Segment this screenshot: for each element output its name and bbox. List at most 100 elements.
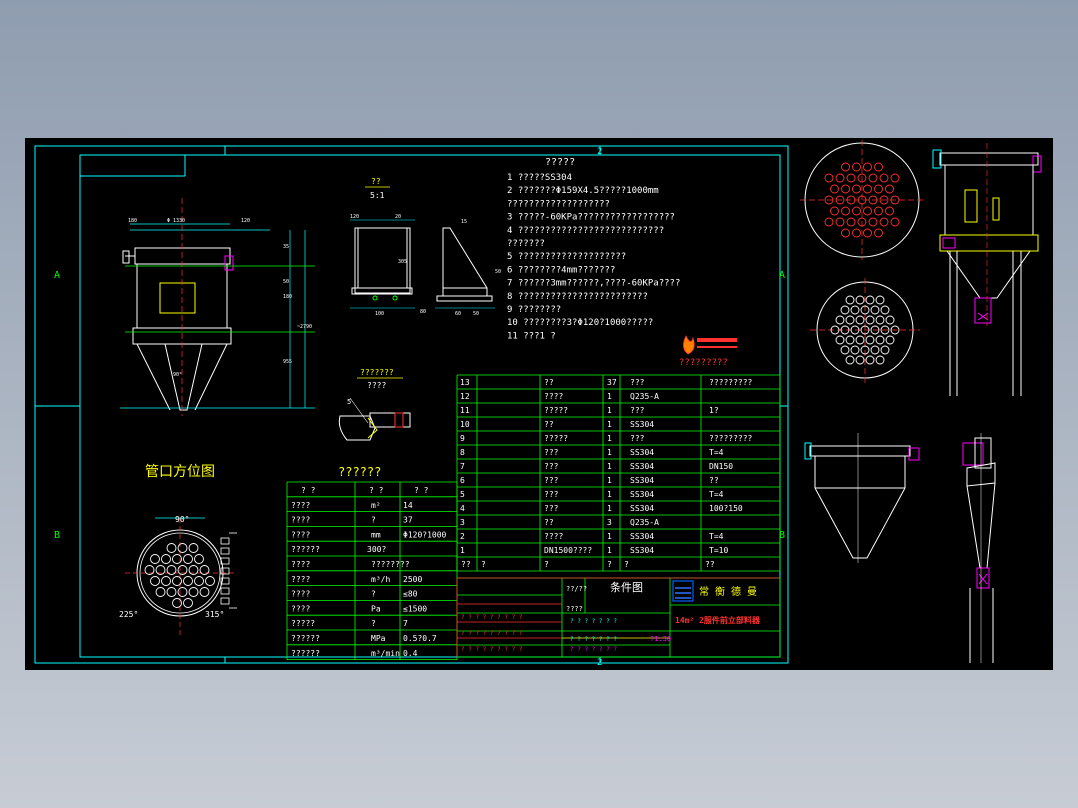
tech-table-header-cell: ? ? (301, 486, 316, 495)
parts-table-cell: ????????? (709, 378, 753, 387)
parts-table-cell: ????? (544, 406, 568, 415)
front-elevation-dims (120, 198, 315, 416)
product-name: 14m² 2服件前立部料器 (675, 615, 761, 625)
svg-text:? ? ? ? ? ? ? ? ?: ? ? ? ? ? ? ? ? ? (461, 614, 523, 621)
company-logo (683, 335, 737, 355)
parts-list-table: 13?? 37??? ?????????12???? 1 Q235-A11????? 1?… (456, 374, 781, 572)
parts-table-cell: ????????? (709, 434, 753, 443)
parts-table-cell: 1 (607, 406, 612, 415)
parts-table-cell: ??? (544, 476, 559, 485)
tech-table-cell: 37 (403, 516, 413, 525)
parts-table-cell: ??? (630, 434, 645, 443)
label-a: ??/?? (566, 585, 587, 593)
parts-table-cell: 1 (607, 434, 612, 443)
tube-sheet-bottom (810, 278, 920, 383)
note-line: 10 ????????3?Φ120?1000????? (507, 318, 653, 328)
svg-text:? ? ? ? ? ? ? ? ?: ? ? ? ? ? ? ? ? ? (461, 646, 523, 653)
tech-table-cell: ?????? (291, 649, 320, 658)
note-line: 6 ????????4mm??????? (507, 265, 615, 275)
tech-table-cell: ≤80 (403, 590, 418, 599)
nozzle-view-title: 管口方位图 (145, 464, 215, 480)
parts-table-header-cell: ? (481, 560, 486, 569)
parts-table-cell: 1 (607, 504, 612, 513)
svg-text:? ? ? ? ? ? ?: ? ? ? ? ? ? ? (570, 636, 617, 643)
parts-table-cell: T=4 (709, 490, 724, 499)
side-elevation-top-right (932, 143, 1042, 396)
bottom-marker: 2 (597, 658, 602, 668)
tube-sheet-top (800, 140, 925, 260)
parts-table-header-cell: ? (544, 560, 549, 569)
tech-table-cell: 0.5?0.7 (403, 634, 437, 643)
parts-table-cell: ?? (709, 476, 719, 485)
parts-table-cell: 1 (607, 476, 612, 485)
tech-table-cell: Pa (371, 604, 381, 613)
tech-table-cell: ? (371, 619, 376, 628)
parts-table-cell: ?? (544, 378, 554, 387)
svg-text:? ? ? ? ? ? ?: ? ? ? ? ? ? ? (570, 618, 617, 625)
parts-table-cell: ???? (544, 392, 563, 401)
angle-90-label: 90° (175, 515, 189, 524)
parts-table-cell: ?? (544, 420, 554, 429)
tech-table-cell: m² (371, 501, 381, 510)
note-line: 1 ?????SS304 (507, 173, 572, 183)
svg-text:100: 100 (375, 311, 384, 317)
bracket-dim-text: 120 20 100 80 60 50 50 15 305 (350, 214, 501, 317)
svg-text:180: 180 (128, 218, 137, 224)
drawing-type: 条件图 (610, 580, 643, 594)
angle-315-label: 315° (205, 610, 224, 619)
parts-table-cell: 37 (607, 378, 617, 387)
svg-text:? ? ? ? ? ? ?: ? ? ? ? ? ? ? (570, 646, 617, 653)
cad-canvas: A A B B 2 2 180 Φ 1330 120 35 50 180 ~27… (34, 140, 1042, 668)
parts-table-cell: 1? (709, 406, 719, 415)
svg-text:Φ 1330: Φ 1330 (167, 218, 185, 224)
svg-text:~2790: ~2790 (297, 324, 312, 330)
tech-table-cell: ????? (291, 619, 315, 628)
note-line: 9 ???????? (507, 305, 561, 315)
tech-table-cell: 14 (403, 501, 413, 510)
parts-table-cell: 12 (460, 392, 470, 401)
drawing-sheet: A A B B 2 2 180 Φ 1330 120 35 50 180 ~27… (25, 138, 1053, 670)
note-line: 3 ?????-60KPa?????????????????? (507, 213, 675, 223)
parts-table-cell: 1 (607, 462, 612, 471)
svg-text:90°: 90° (173, 372, 182, 378)
detail-scale: 5:1 (370, 191, 385, 200)
parts-table-header-cell: ?? (705, 560, 715, 569)
svg-text:305: 305 (398, 259, 407, 265)
parts-table-cell: 1 (607, 490, 612, 499)
tech-table-header-cell: ? ? (414, 486, 429, 495)
parts-table-cell: T=4 (709, 532, 724, 541)
zone-a-right: A (779, 270, 785, 281)
parts-table-cell: 1 (607, 448, 612, 457)
parts-table-header-cell: ? (624, 560, 629, 569)
label-b: ???? (566, 605, 583, 613)
tech-table-cell: Φ120?1000 (403, 530, 447, 539)
weld-label: ??????? (360, 368, 394, 377)
tech-params-table: ? ?? ?? ????? m² 14????? 37???? mm Φ120?1000?… (286, 481, 458, 660)
parts-table-cell: 1 (607, 546, 612, 555)
zone-b-left: B (54, 530, 60, 541)
tech-table-cell: ?????? (291, 634, 320, 643)
parts-table-cell: T=4 (709, 448, 724, 457)
svg-text:120: 120 (350, 214, 359, 220)
parts-table-cell: 3 (607, 518, 612, 527)
parts-table-cell: DN150 (709, 462, 733, 471)
parts-table-cell: SS304 (630, 476, 654, 485)
company-name: 常 衡 德 曼 (699, 585, 757, 598)
svg-text:35: 35 (283, 244, 289, 250)
note-line: 2 ???????Φ159X4.5?????1000mm (507, 186, 659, 196)
parts-table-cell: ??? (544, 490, 559, 499)
parts-table-cell: SS304 (630, 532, 654, 541)
notes-title: ????? (545, 157, 575, 168)
parts-table-cell: 1 (607, 392, 612, 401)
note-line: 8 ???????????????????????? (507, 292, 648, 302)
tech-table-cell: ???????? (371, 560, 410, 569)
svg-text:50: 50 (495, 269, 501, 275)
note-line: ??????? (507, 239, 545, 249)
tech-table-cell: 300? (367, 545, 386, 554)
tech-table-cell: ???? (291, 560, 310, 569)
tech-table-cell: ???? (291, 501, 310, 510)
parts-table-cell: ??? (630, 406, 645, 415)
parts-table-cell: ?? (544, 518, 554, 527)
parts-table-cell: 100?150 (709, 504, 743, 513)
parts-table-header-cell: ?? (461, 560, 471, 569)
